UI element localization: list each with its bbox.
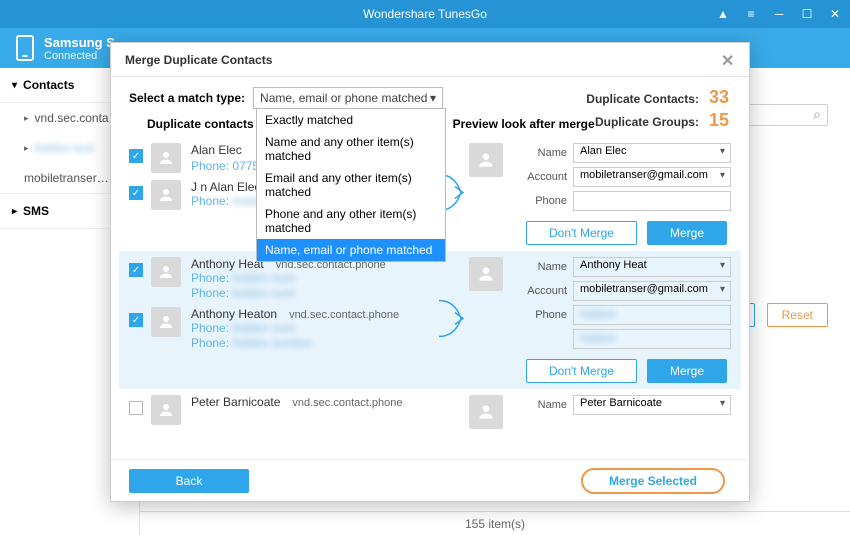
preview-name-input[interactable]: Peter Barnicoate xyxy=(573,395,731,415)
contact-checkbox[interactable] xyxy=(129,401,143,415)
preview-account-input[interactable]: mobiletranser@gmail.com xyxy=(573,167,731,187)
avatar-icon xyxy=(469,143,503,177)
avatar-icon xyxy=(151,395,181,425)
contact-row: ✓ Anthony Heatvnd.sec.contact.phone Phon… xyxy=(129,257,459,301)
dont-merge-button[interactable]: Don't Merge xyxy=(526,359,637,383)
merge-selected-button[interactable]: Merge Selected xyxy=(581,468,725,494)
modal-title: Merge Duplicate Contacts xyxy=(125,53,272,67)
contact-checkbox[interactable]: ✓ xyxy=(129,263,143,277)
contact-name: Anthony Heaton xyxy=(191,307,277,321)
merge-button[interactable]: Merge xyxy=(647,221,727,245)
contact-source: vnd.sec.contact.phone xyxy=(292,397,402,409)
back-button[interactable]: Back xyxy=(129,469,249,493)
chevron-down-icon: ▾ xyxy=(430,91,436,105)
dup-contacts-count: 33 xyxy=(709,87,729,108)
preview-phone-input[interactable] xyxy=(573,191,731,211)
contact-row: ✓ Anthony Heatonvnd.sec.contact.phone Ph… xyxy=(129,307,459,351)
modal-top: Select a match type: Name, email or phon… xyxy=(111,77,749,137)
maximize-icon[interactable]: ☐ xyxy=(800,7,814,21)
dup-groups-count: 15 xyxy=(709,110,729,131)
menu-icon[interactable]: ≡ xyxy=(744,7,758,21)
triangle-icon: ▸ xyxy=(24,113,29,124)
triangle-icon: ▸ xyxy=(12,206,17,217)
titlebar: Wondershare TunesGo ▲ ≡ ─ ☐ ✕ xyxy=(0,0,850,28)
close-icon[interactable]: ✕ xyxy=(721,51,739,69)
window-controls: ▲ ≡ ─ ☐ ✕ xyxy=(716,0,842,28)
duplicate-group: ✓ Anthony Heatvnd.sec.contact.phone Phon… xyxy=(119,251,741,389)
contact-name: J n Alan Elec xyxy=(191,180,260,194)
preview-phone-input[interactable]: hidden xyxy=(573,329,731,349)
reset-button[interactable]: Reset xyxy=(767,303,828,327)
duplicate-group: Peter Barnicoatevnd.sec.contact.phone Na… xyxy=(119,389,741,437)
match-type-label: Select a match type: xyxy=(129,91,245,105)
nav-contacts-label: Contacts xyxy=(23,78,74,92)
dropdown-option[interactable]: Name and any other item(s) matched xyxy=(257,131,445,167)
modal-footer: Back Merge Selected xyxy=(111,459,749,501)
contact-checkbox[interactable]: ✓ xyxy=(129,186,143,200)
preview-name-input[interactable]: Alan Elec xyxy=(573,143,731,163)
avatar-icon xyxy=(151,257,181,287)
triangle-icon: ▸ xyxy=(24,143,29,154)
minimize-icon[interactable]: ─ xyxy=(772,7,786,21)
nav-sms-label: SMS xyxy=(23,204,49,218)
merge-arrow-icon xyxy=(437,297,467,344)
contact-source: vnd.sec.contact.phone xyxy=(289,309,399,321)
dont-merge-button[interactable]: Don't Merge xyxy=(526,221,637,245)
close-icon[interactable]: ✕ xyxy=(828,7,842,21)
contact-checkbox[interactable]: ✓ xyxy=(129,149,143,163)
chevron-down-icon: ▾ xyxy=(12,80,17,91)
merge-duplicates-modal: Merge Duplicate Contacts ✕ Select a matc… xyxy=(110,42,750,502)
app-title: Wondershare TunesGo xyxy=(363,7,487,21)
dropdown-option[interactable]: Name, email or phone matched xyxy=(257,239,445,261)
contact-row: Peter Barnicoate vnd.sec.contact.phone xyxy=(129,395,459,425)
contact-phone: Phone: xyxy=(191,194,229,208)
preview-phone-input[interactable]: hidden xyxy=(573,305,731,325)
avatar-icon xyxy=(151,180,181,210)
contact-name: Anthony Heat xyxy=(191,257,264,271)
user-icon[interactable]: ▲ xyxy=(716,7,730,21)
dropdown-option[interactable]: Exactly matched xyxy=(257,109,445,131)
merge-button[interactable]: Merge xyxy=(647,359,727,383)
contact-checkbox[interactable]: ✓ xyxy=(129,313,143,327)
contact-name: Peter Barnicoate xyxy=(191,395,280,409)
preview-account-input[interactable]: mobiletranser@gmail.com xyxy=(573,281,731,301)
match-type-select[interactable]: Name, email or phone matched ▾ xyxy=(253,87,443,109)
avatar-icon xyxy=(151,307,181,337)
match-type-dropdown: Exactly matched Name and any other item(… xyxy=(256,108,446,262)
dropdown-option[interactable]: Email and any other item(s) matched xyxy=(257,167,445,203)
avatar-icon xyxy=(151,143,181,173)
phone-icon xyxy=(16,35,34,61)
dup-stats: Duplicate Contacts:33 Duplicate Groups:1… xyxy=(586,87,729,133)
status-bar: 155 item(s) xyxy=(140,511,850,535)
preview-name-input[interactable]: Anthony Heat xyxy=(573,257,731,277)
modal-header: Merge Duplicate Contacts ✕ xyxy=(111,43,749,77)
dropdown-option[interactable]: Phone and any other item(s) matched xyxy=(257,203,445,239)
avatar-icon xyxy=(469,395,503,429)
avatar-icon xyxy=(469,257,503,291)
